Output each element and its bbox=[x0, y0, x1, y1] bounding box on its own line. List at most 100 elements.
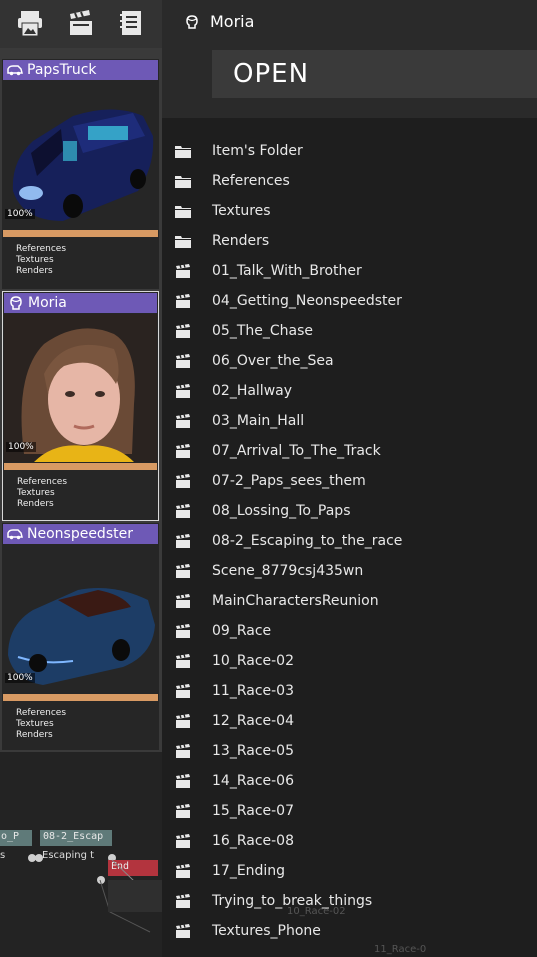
clapperboard-icon bbox=[175, 533, 191, 548]
folder-item[interactable]: Textures bbox=[162, 196, 537, 226]
item-label: 17_Ending bbox=[212, 863, 286, 879]
item-label: 07-2_Paps_sees_them bbox=[212, 473, 366, 489]
clapperboard-icon bbox=[175, 623, 191, 638]
item-label: Textures bbox=[212, 203, 271, 219]
vehicle-icon bbox=[7, 65, 23, 76]
shot-item[interactable]: 01_Talk_With_Brother bbox=[162, 256, 537, 286]
item-label: Textures_Phone bbox=[212, 923, 321, 939]
card-title: Moria bbox=[28, 295, 67, 311]
asset-card-papstruck[interactable]: PapsTruck 100% References Textures Rende… bbox=[2, 59, 159, 289]
progress-label: 100% bbox=[5, 209, 35, 219]
item-label: Scene_8779csj435wn bbox=[212, 563, 364, 579]
card-links: References Textures Renders bbox=[17, 477, 67, 510]
clapperboard-icon bbox=[175, 443, 191, 458]
card-header: Moria bbox=[4, 293, 157, 313]
shot-item[interactable]: 03_Main_Hall bbox=[162, 406, 537, 436]
clapperboard-icon bbox=[175, 503, 191, 518]
item-label: 14_Race-06 bbox=[212, 773, 294, 789]
shot-item[interactable]: 15_Race-07 bbox=[162, 796, 537, 826]
shot-item[interactable]: 08_Lossing_To_Paps bbox=[162, 496, 537, 526]
shot-item[interactable]: 07_Arrival_To_The_Track bbox=[162, 436, 537, 466]
item-label: 09_Race bbox=[212, 623, 272, 639]
folder-item[interactable]: Item's Folder bbox=[162, 136, 537, 166]
shot-item[interactable]: 04_Getting_Neonspeedster bbox=[162, 286, 537, 316]
folder-icon bbox=[175, 143, 191, 158]
link-references[interactable]: References bbox=[17, 477, 67, 488]
link-textures[interactable]: Textures bbox=[16, 719, 66, 730]
shot-item[interactable]: 06_Over_the_Sea bbox=[162, 346, 537, 376]
shot-button[interactable] bbox=[64, 6, 98, 40]
clapperboard-icon bbox=[175, 713, 191, 728]
folder-icon bbox=[175, 173, 191, 188]
clapperboard-icon bbox=[175, 803, 191, 818]
item-label: 07_Arrival_To_The_Track bbox=[212, 443, 381, 459]
shot-item[interactable]: 11_Race-03 bbox=[162, 676, 537, 706]
shot-item[interactable]: 10_Race-02 bbox=[162, 646, 537, 676]
progress-bar bbox=[4, 463, 157, 470]
asset-card-moria[interactable]: Moria 100% References Textures Renders bbox=[2, 291, 159, 521]
shot-item[interactable]: 16_Race-08 bbox=[162, 826, 537, 856]
link-textures[interactable]: Textures bbox=[17, 488, 67, 499]
clapperboard-icon bbox=[175, 323, 191, 338]
asset-title: Moria bbox=[184, 12, 254, 31]
print-asset-button[interactable] bbox=[13, 6, 47, 40]
folder-item[interactable]: Renders bbox=[162, 226, 537, 256]
shot-item[interactable]: 12_Race-04 bbox=[162, 706, 537, 736]
shot-item[interactable]: MainCharactersReunion bbox=[162, 586, 537, 616]
card-title: Neonspeedster bbox=[27, 526, 133, 542]
shot-item[interactable]: 02_Hallway bbox=[162, 376, 537, 406]
notes-button[interactable] bbox=[114, 6, 148, 40]
clapperboard-icon bbox=[175, 683, 191, 698]
shot-item[interactable]: 14_Race-06 bbox=[162, 766, 537, 796]
item-label: 06_Over_the_Sea bbox=[212, 353, 334, 369]
link-renders[interactable]: Renders bbox=[16, 266, 66, 277]
shot-item[interactable]: 05_The_Chase bbox=[162, 316, 537, 346]
link-renders[interactable]: Renders bbox=[16, 730, 66, 741]
character-icon bbox=[10, 296, 22, 310]
item-label: 16_Race-08 bbox=[212, 833, 294, 849]
clapperboard-icon bbox=[175, 833, 191, 848]
item-label: 13_Race-05 bbox=[212, 743, 294, 759]
node-graph[interactable]: o_P s 08-2_Escap Escaping t End Ra bbox=[0, 752, 162, 957]
clapperboard-icon bbox=[175, 383, 191, 398]
clapperboard-icon bbox=[175, 413, 191, 428]
item-label: 05_The_Chase bbox=[212, 323, 313, 339]
folder-list: Item's Folder References Textures Renders 01… bbox=[162, 136, 537, 946]
asset-card-neonspeedster[interactable]: Neonspeedster 100% References Textures R… bbox=[2, 523, 159, 750]
clapperboard-icon bbox=[175, 863, 191, 878]
item-label: References bbox=[212, 173, 290, 189]
folder-icon bbox=[175, 203, 191, 218]
link-references[interactable]: References bbox=[16, 708, 66, 719]
shot-item[interactable]: 17_Ending bbox=[162, 856, 537, 886]
clapperboard-icon bbox=[175, 473, 191, 488]
link-references[interactable]: References bbox=[16, 244, 66, 255]
item-label: 04_Getting_Neonspeedster bbox=[212, 293, 402, 309]
item-label: 15_Race-07 bbox=[212, 803, 294, 819]
graph-edges bbox=[99, 859, 162, 933]
folder-item[interactable]: References bbox=[162, 166, 537, 196]
shot-item[interactable]: 09_Race bbox=[162, 616, 537, 646]
clapperboard-icon bbox=[175, 923, 191, 938]
open-button[interactable]: OPEN bbox=[212, 50, 537, 98]
clapperboard-icon bbox=[175, 593, 191, 608]
panel-header: Moria OPEN bbox=[162, 0, 537, 118]
item-label: 02_Hallway bbox=[212, 383, 293, 399]
shot-item[interactable]: 08-2_Escaping_to_the_race bbox=[162, 526, 537, 556]
link-textures[interactable]: Textures bbox=[16, 255, 66, 266]
shot-item[interactable]: Scene_8779csj435wn bbox=[162, 556, 537, 586]
card-title: PapsTruck bbox=[27, 62, 97, 78]
shot-item[interactable]: Textures_Phone bbox=[162, 916, 537, 946]
shot-item[interactable]: Trying_to_break_things bbox=[162, 886, 537, 916]
clapperboard-icon bbox=[175, 653, 191, 668]
card-links: References Textures Renders bbox=[16, 244, 66, 277]
link-renders[interactable]: Renders bbox=[17, 499, 67, 510]
card-links: References Textures Renders bbox=[16, 708, 66, 741]
card-header: Neonspeedster bbox=[3, 524, 158, 544]
notes-icon bbox=[120, 11, 141, 35]
asset-browser: PapsTruck 100% References Textures Rende… bbox=[0, 0, 162, 957]
progress-label: 100% bbox=[5, 673, 35, 683]
clapperboard-icon bbox=[70, 10, 92, 35]
item-label: Item's Folder bbox=[212, 143, 303, 159]
shot-item[interactable]: 13_Race-05 bbox=[162, 736, 537, 766]
shot-item[interactable]: 07-2_Paps_sees_them bbox=[162, 466, 537, 496]
